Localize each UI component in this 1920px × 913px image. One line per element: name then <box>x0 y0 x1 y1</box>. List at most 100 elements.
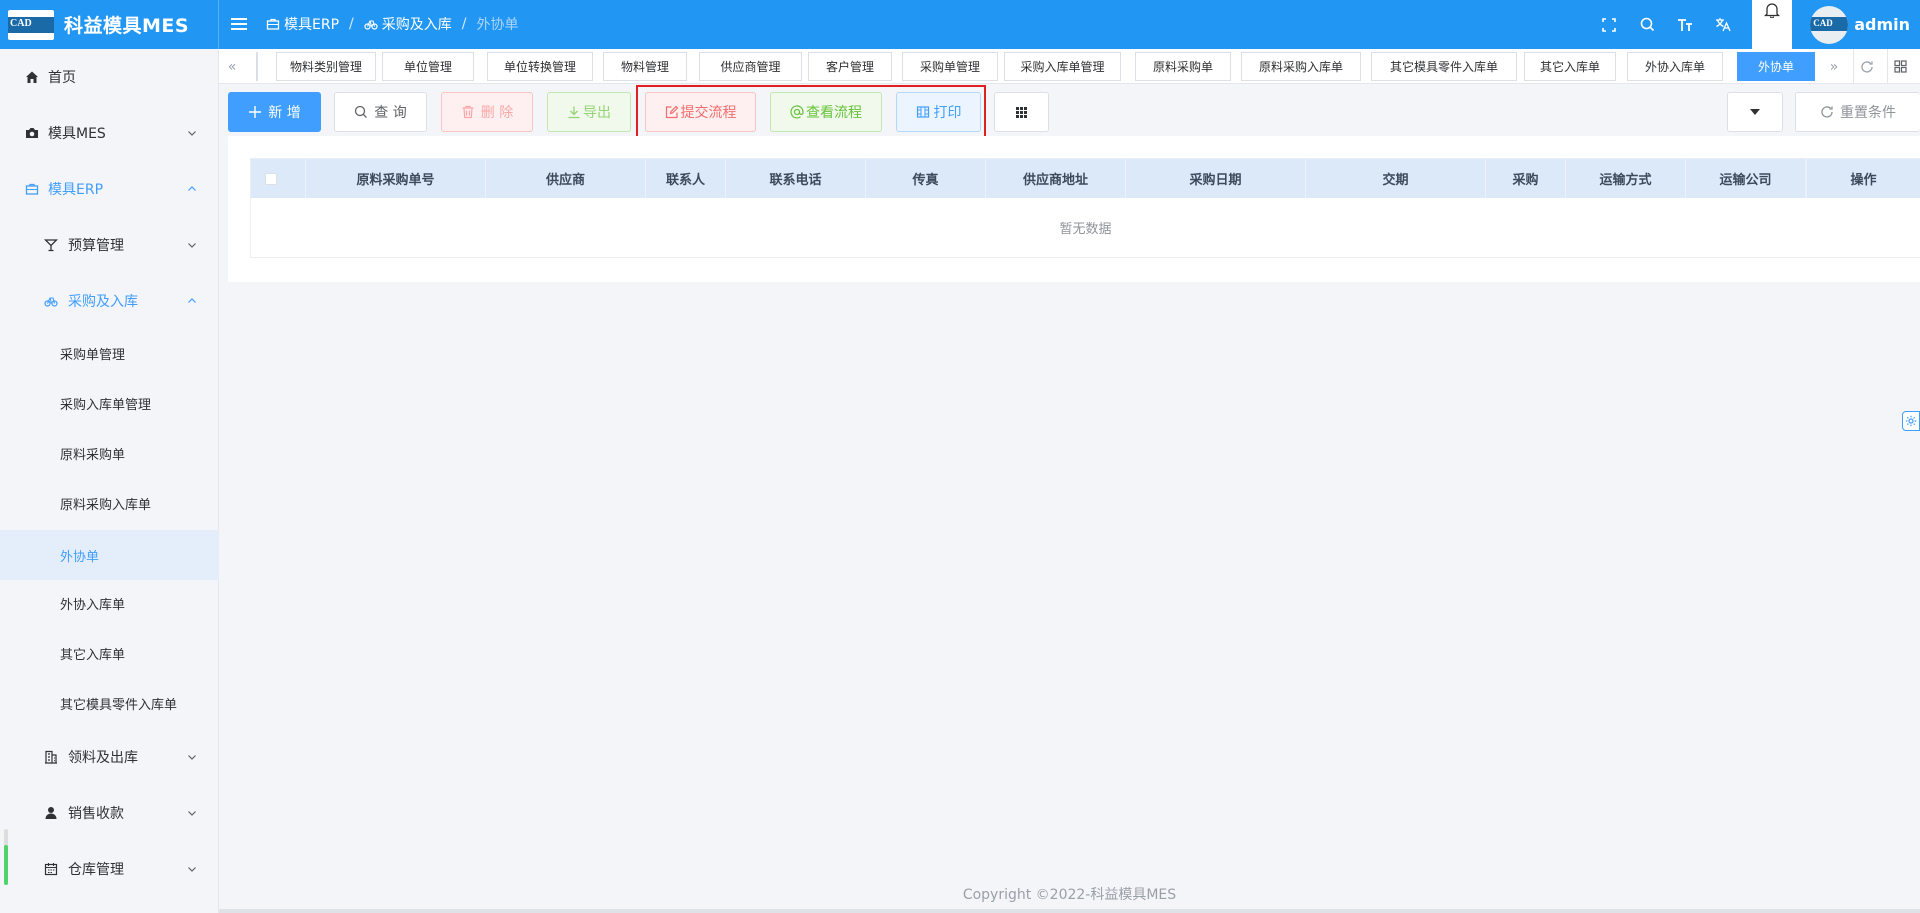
tag-divider <box>256 52 258 81</box>
sidebar-item-outsource[interactable]: 外协单 <box>0 530 219 580</box>
tag-item[interactable]: 采购单管理 <box>902 52 998 81</box>
tag-item[interactable]: 单位管理 <box>382 52 474 81</box>
tag-item[interactable]: 其它入库单 <box>1524 52 1616 81</box>
trash-icon <box>462 105 474 119</box>
table-header-cell: 操作 <box>1806 159 1920 198</box>
tag-item[interactable]: 物料类别管理 <box>276 52 376 81</box>
top-header: CAD 科益模具MES 模具ERP / 采购及入库 / 外协单 CAD admi… <box>0 0 1920 49</box>
table-header-cell[interactable]: 供应商 <box>486 159 646 198</box>
sidebar-item-purchase-inbound[interactable]: 采购入库单管理 <box>0 383 219 423</box>
refresh-icon[interactable] <box>1853 49 1879 84</box>
sidebar-item-budget[interactable]: 预算管理 <box>0 225 219 265</box>
caret-down-icon <box>1750 109 1760 115</box>
tags-scroll-left-icon[interactable]: « <box>219 49 245 84</box>
copyright: Copyright ©2022-科益模具MES <box>962 887 1177 903</box>
calendar-icon <box>44 863 58 876</box>
sidebar-item-other-parts-inbound[interactable]: 其它模具零件入库单 <box>0 683 219 723</box>
export-button[interactable]: 导出 <box>547 92 631 132</box>
breadcrumb: 模具ERP / 采购及入库 / 外协单 <box>266 14 518 34</box>
sidebar-item-picking[interactable]: 领料及出库 <box>0 737 219 777</box>
breadcrumb-item[interactable]: 采购及入库 <box>364 14 452 34</box>
bell-icon <box>1764 3 1781 18</box>
chevron-up-icon <box>188 186 196 191</box>
search-toggle-button[interactable] <box>1727 92 1783 132</box>
search-icon <box>355 105 368 118</box>
add-button[interactable]: 新 增 <box>228 92 321 132</box>
sidebar-item-sales[interactable]: 销售收款 <box>0 793 219 833</box>
chevron-down-icon <box>188 811 196 816</box>
tag-item-active[interactable]: 外协单 <box>1737 52 1815 81</box>
tags-scroll-right-icon[interactable]: » <box>1821 49 1847 84</box>
company-logo: CAD <box>8 9 54 40</box>
plus-icon <box>249 106 262 118</box>
query-button[interactable]: 查 询 <box>334 92 427 132</box>
cocktail-icon <box>44 239 58 252</box>
reset-button[interactable]: 重置条件 <box>1795 92 1920 132</box>
column-settings-button[interactable] <box>994 92 1049 132</box>
sidebar-item-warehouse[interactable]: 仓库管理 <box>0 849 219 889</box>
table-header-cell[interactable]: 采购日期 <box>1126 159 1306 198</box>
table-header-cell[interactable]: 传真 <box>866 159 986 198</box>
tag-item[interactable]: 采购入库单管理 <box>1004 52 1121 81</box>
table-header-cell[interactable]: 供应商地址 <box>986 159 1126 198</box>
tag-item[interactable]: 原料采购入库单 <box>1241 52 1361 81</box>
tag-item[interactable]: 单位转换管理 <box>487 52 593 81</box>
sidebar-item-raw-inbound[interactable]: 原料采购入库单 <box>0 483 219 523</box>
tags-bar: « 物料类别管理 单位管理 单位转换管理 物料管理 供应商管理 客户管理 采购单… <box>219 49 1920 84</box>
sidebar-item-outsource-inbound[interactable]: 外协入库单 <box>0 583 219 623</box>
chevron-down-icon <box>188 243 196 248</box>
home-icon <box>26 71 38 83</box>
briefcase-icon <box>25 183 39 195</box>
breadcrumb-item[interactable]: 模具ERP <box>266 14 339 34</box>
grid-icon <box>1016 106 1027 118</box>
data-table: 原料采购单号 供应商 联系人 联系电话 传真 供应商地址 采购日期 交期 采购 … <box>250 158 1920 258</box>
menu-toggle-icon[interactable] <box>231 15 247 33</box>
horizontal-scrollbar[interactable] <box>219 909 1920 913</box>
breadcrumb-current: 外协单 <box>476 17 519 33</box>
chevron-down-icon <box>188 867 196 872</box>
search-icon[interactable] <box>1628 0 1666 49</box>
sidebar: 首页 模具MES 模具ERP 预算管理 采购及入库 采购单管理 采购入库单管理 … <box>0 49 219 913</box>
table-header: 原料采购单号 供应商 联系人 联系电话 传真 供应商地址 采购日期 交期 采购 … <box>251 159 1920 198</box>
tag-item[interactable]: 物料管理 <box>603 52 687 81</box>
sidebar-scrollbar[interactable] <box>4 829 8 885</box>
briefcase-icon <box>266 18 280 30</box>
notification-button[interactable] <box>1752 0 1793 49</box>
settings-gear-icon[interactable] <box>1902 411 1920 431</box>
download-icon <box>568 106 580 119</box>
user-menu[interactable]: CAD admin <box>1810 5 1910 44</box>
sidebar-item-purchase[interactable]: 采购及入库 <box>0 281 219 321</box>
table-header-cell[interactable]: 运输方式 <box>1566 159 1686 198</box>
tags-menu-icon[interactable] <box>1887 49 1913 84</box>
sidebar-item-other-inbound[interactable]: 其它入库单 <box>0 633 219 673</box>
bicycle-icon <box>44 297 58 307</box>
tag-item[interactable]: 其它模具零件入库单 <box>1371 52 1517 81</box>
bicycle-icon <box>364 20 378 30</box>
fullscreen-icon[interactable] <box>1590 0 1628 49</box>
delete-button[interactable]: 删 除 <box>441 92 533 132</box>
sidebar-item-purchase-order[interactable]: 采购单管理 <box>0 333 219 373</box>
tag-item[interactable]: 外协入库单 <box>1627 52 1723 81</box>
select-all-checkbox[interactable] <box>265 173 277 185</box>
tag-item[interactable]: 客户管理 <box>808 52 892 81</box>
chevron-up-icon <box>188 298 196 303</box>
table-header-cell[interactable]: 采购 <box>1486 159 1566 198</box>
chevron-down-icon <box>188 755 196 760</box>
sidebar-item-raw-purchase[interactable]: 原料采购单 <box>0 433 219 473</box>
translate-icon[interactable] <box>1704 0 1742 49</box>
building-icon <box>45 750 57 764</box>
tag-item[interactable]: 原料采购单 <box>1135 52 1231 81</box>
font-size-icon[interactable] <box>1666 0 1704 49</box>
sidebar-item-mold-mes[interactable]: 模具MES <box>0 113 219 153</box>
tag-item[interactable]: 供应商管理 <box>699 52 802 81</box>
table-header-cell[interactable]: 联系人 <box>646 159 726 198</box>
refresh-icon <box>1821 106 1833 118</box>
sidebar-item-home[interactable]: 首页 <box>0 57 219 97</box>
user-icon <box>45 807 57 819</box>
table-header-cell[interactable]: 交期 <box>1306 159 1486 198</box>
sidebar-item-mold-erp[interactable]: 模具ERP <box>0 169 219 209</box>
table-header-cell[interactable]: 原料采购单号 <box>306 159 486 198</box>
table-header-cell[interactable]: 联系电话 <box>726 159 866 198</box>
logo-area[interactable]: CAD 科益模具MES <box>0 0 219 49</box>
table-header-cell[interactable]: 运输公司 <box>1686 159 1806 198</box>
